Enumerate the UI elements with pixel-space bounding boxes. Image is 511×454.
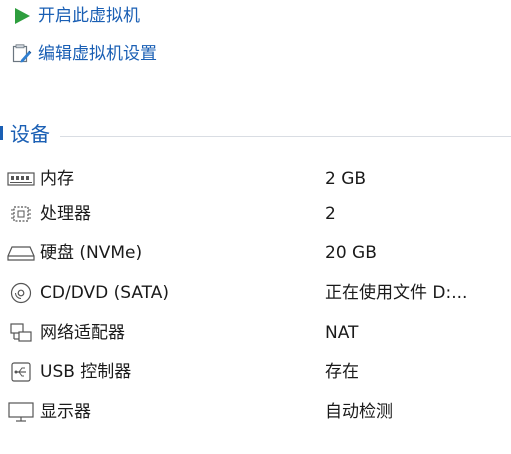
- edit-settings-icon: [12, 44, 32, 64]
- edit-vm-settings-link[interactable]: 编辑虚拟机设置: [12, 44, 157, 64]
- device-name: CD/DVD (SATA): [40, 283, 169, 303]
- devices-section-title: 设备: [10, 122, 50, 146]
- display-icon: [6, 401, 36, 423]
- play-icon: [12, 6, 32, 26]
- vm-summary-panel: 开启此虚拟机 编辑虚拟机设置 设备 内存 2 GB 处理器 2 硬盘 (NVMe…: [0, 0, 511, 454]
- device-row-network-adapter[interactable]: 网络适配器 NAT: [0, 316, 511, 352]
- device-row-hard-disk[interactable]: 硬盘 (NVMe) 20 GB: [0, 236, 511, 272]
- device-value: 20 GB: [325, 243, 377, 263]
- device-row-processor[interactable]: 处理器 2: [0, 197, 511, 233]
- device-name: 硬盘 (NVMe): [40, 243, 143, 263]
- power-on-vm-label: 开启此虚拟机: [38, 6, 140, 26]
- cd-dvd-icon: [6, 282, 36, 304]
- device-value: 自动检测: [325, 402, 393, 422]
- hard-disk-icon: [6, 242, 36, 264]
- device-name: 处理器: [40, 204, 91, 224]
- device-row-display[interactable]: 显示器 自动检测: [0, 395, 511, 431]
- network-adapter-icon: [6, 322, 36, 344]
- memory-icon: [6, 168, 36, 190]
- usb-controller-icon: [6, 361, 36, 383]
- device-value: 存在: [325, 362, 359, 382]
- device-name: 网络适配器: [40, 323, 125, 343]
- device-name: USB 控制器: [40, 362, 132, 382]
- processor-icon: [6, 203, 36, 225]
- device-value: 正在使用文件 D:...: [325, 283, 468, 303]
- section-tick: [0, 126, 3, 140]
- devices-section-header: 设备: [0, 120, 511, 150]
- device-name: 显示器: [40, 402, 91, 422]
- device-row-memory[interactable]: 内存 2 GB: [0, 162, 511, 198]
- device-row-usb-controller[interactable]: USB 控制器 存在: [0, 355, 511, 391]
- device-value: NAT: [325, 323, 359, 343]
- device-value: 2 GB: [325, 169, 367, 189]
- device-row-cd-dvd[interactable]: CD/DVD (SATA) 正在使用文件 D:...: [0, 276, 511, 312]
- edit-vm-settings-label: 编辑虚拟机设置: [38, 44, 157, 64]
- power-on-vm-link[interactable]: 开启此虚拟机: [12, 6, 140, 26]
- device-name: 内存: [40, 169, 74, 189]
- section-divider: [60, 136, 511, 137]
- device-value: 2: [325, 204, 336, 224]
